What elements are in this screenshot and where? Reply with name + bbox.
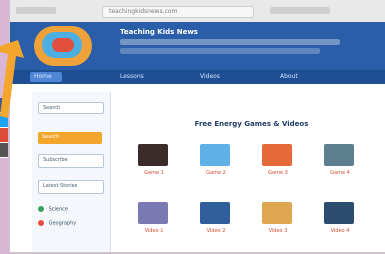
google-plus-icon[interactable] (0, 128, 8, 142)
sidebar-item-science[interactable]: Science (38, 206, 102, 216)
card[interactable]: Game 2 (194, 144, 238, 184)
thumbnail-image (262, 202, 292, 224)
thumbnail-image (138, 202, 168, 224)
site-title: Teaching Kids News (120, 28, 198, 36)
card[interactable]: Game 4 (318, 144, 362, 184)
thumbnail-image (138, 144, 168, 166)
section-title: Free Energy Games & Videos (194, 120, 309, 128)
search-label-box: Search (38, 102, 104, 114)
category-icon (38, 220, 44, 226)
nav-item-videos[interactable]: Videos (200, 73, 220, 80)
thumbnail-image (200, 144, 230, 166)
address-text: teachingkidsnews.com (109, 8, 178, 15)
thumbnail-image (262, 144, 292, 166)
main-content: Free Energy Games & Videos Game 1 Game 2… (118, 92, 385, 252)
card[interactable]: Video 2 (194, 202, 238, 242)
window-controls[interactable] (16, 7, 56, 14)
share-icon[interactable] (0, 143, 8, 157)
card-caption: Video 1 (144, 228, 164, 234)
card[interactable]: Video 4 (318, 202, 362, 242)
card[interactable]: Video 3 (256, 202, 300, 242)
orange-arrow-icon (0, 40, 24, 118)
card-caption: Game 4 (330, 170, 350, 176)
card-caption: Video 2 (206, 228, 226, 234)
thumbnail-image (324, 144, 354, 166)
card-caption: Game 2 (206, 170, 226, 176)
card[interactable]: Game 3 (256, 144, 300, 184)
card-caption: Video 4 (330, 228, 350, 234)
category-icon (38, 206, 44, 212)
header-subtitle-line (120, 48, 320, 54)
browser-toolbar: teachingkidsnews.com (10, 0, 385, 23)
header-subtitle-line (120, 39, 340, 45)
card-caption: Game 3 (268, 170, 288, 176)
latest-stories-button[interactable]: Latest Stories (38, 180, 104, 194)
arrow-graphic (0, 40, 24, 118)
video-grid: Game 1 Game 2 Game 3 Game 4 Video 1 Vide… (132, 144, 382, 254)
subscribe-label: Subscribe (43, 157, 68, 163)
sidebar-item-geography[interactable]: Geography (38, 220, 102, 230)
nav-item-home[interactable]: Home (34, 73, 52, 80)
card-caption: Video 3 (268, 228, 288, 234)
card-caption: Game 1 (144, 170, 164, 176)
browser-window: teachingkidsnews.com Teaching Kids News … (10, 0, 385, 252)
site-logo[interactable] (34, 26, 92, 66)
search-label: Search (43, 105, 61, 111)
nav-item-about[interactable]: About (280, 73, 298, 80)
site-header: Teaching Kids News (10, 22, 385, 70)
sidebar: Search Search Subscribe Latest Stories S… (32, 92, 111, 252)
latest-stories-label: Latest Stories (43, 183, 78, 189)
subscribe-button[interactable]: Subscribe (38, 154, 104, 168)
thumbnail-image (324, 202, 354, 224)
search-button-label: Search (42, 134, 60, 140)
toolbar-buttons[interactable] (270, 7, 330, 14)
main-nav: Home Lessons Videos About (10, 70, 385, 84)
thumbnail-image (200, 202, 230, 224)
card[interactable]: Game 1 (132, 144, 176, 184)
card[interactable]: Video 1 (132, 202, 176, 242)
nav-item-lessons[interactable]: Lessons (120, 73, 144, 80)
address-bar[interactable]: teachingkidsnews.com (102, 6, 254, 18)
sidebar-item-label: Geography (48, 220, 77, 227)
search-button[interactable]: Search (38, 132, 102, 144)
sidebar-item-label: Science (48, 206, 68, 213)
